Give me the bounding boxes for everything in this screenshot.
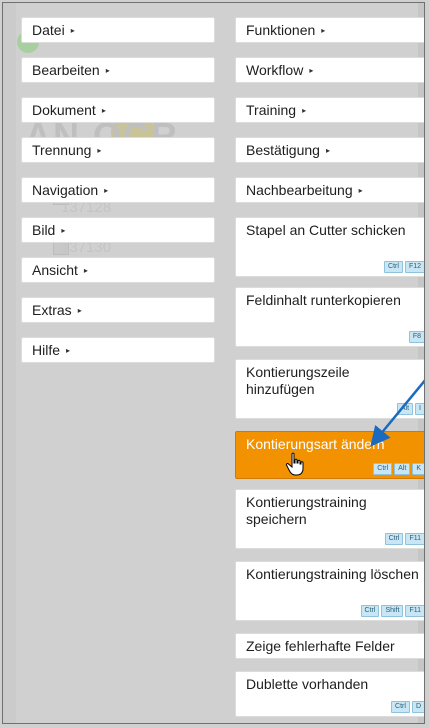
menu-item-workflow[interactable]: Workflow ▸ (235, 57, 424, 83)
menu-item-label: Kontierungstraining speichern (246, 494, 367, 527)
menu-item-kontierungsart-aendern[interactable]: Kontierungsart ändern Ctrl Alt K (235, 431, 424, 479)
keyboard-shortcut: Alt I (396, 403, 424, 415)
menu-item-label: Datei (32, 22, 65, 38)
menu-item-label: Bestätigung (246, 142, 320, 158)
triangle-right-icon: ▸ (321, 26, 326, 35)
menu-item-bearbeiten[interactable]: Bearbeiten ▸ (21, 57, 215, 83)
triangle-right-icon: ▸ (325, 146, 330, 155)
key-badge: Alt (396, 403, 414, 415)
triangle-right-icon: ▸ (101, 106, 106, 115)
menu-item-datei[interactable]: Datei ▸ (21, 17, 215, 43)
keyboard-shortcut: Ctrl Alt K (373, 463, 424, 475)
menu-item-label: Kontierungstraining löschen (246, 566, 419, 582)
triangle-right-icon: ▸ (66, 346, 71, 355)
menu-item-training[interactable]: Training ▸ (235, 97, 424, 123)
key-badge: Ctrl (373, 463, 393, 475)
menu-item-label: Bearbeiten (32, 62, 100, 78)
background-sidebar (3, 3, 16, 723)
menu-item-label: Training (246, 102, 297, 118)
keyboard-shortcut: Ctrl Shift F11 (360, 605, 424, 617)
key-badge: Ctrl (391, 701, 410, 713)
menu-item-bestaetigung[interactable]: Bestätigung ▸ (235, 137, 424, 163)
menu-item-label: Kontierungsart ändern (246, 436, 385, 452)
key-badge: F11 (405, 533, 424, 545)
menu-item-nachbearbeitung[interactable]: Nachbearbeitung ▸ (235, 177, 424, 203)
triangle-right-icon: ▸ (302, 106, 307, 115)
menu-item-funktionen[interactable]: Funktionen ▸ (235, 17, 424, 43)
key-badge: Shift (381, 605, 404, 617)
menu-item-label: Hilfe (32, 342, 61, 358)
menu-item-bild[interactable]: Bild ▸ (21, 217, 215, 243)
hand-pointer-icon (285, 452, 304, 476)
menu-item-label: Zeige fehlerhafte Felder (246, 638, 395, 654)
key-badge: D (411, 701, 424, 713)
keyboard-shortcut: Ctrl F11 (384, 533, 424, 545)
key-badge: Ctrl (384, 533, 404, 545)
key-badge: Alt (394, 463, 411, 475)
keyboard-shortcut: Ctrl D (391, 701, 424, 713)
triangle-right-icon: ▸ (309, 66, 314, 75)
menu-item-label: Dublette vorhanden (246, 676, 369, 692)
key-badge: Ctrl (384, 261, 403, 273)
menu-item-label: Stapel an Cutter schicken (246, 222, 406, 238)
menu-item-stapel-an-cutter[interactable]: Stapel an Cutter schicken Ctrl F12 (235, 217, 424, 277)
triangle-right-icon: ▸ (105, 66, 110, 75)
menu-item-kontierungstraining-loeschen[interactable]: Kontierungstraining löschen Ctrl Shift F… (235, 561, 424, 621)
menu-item-label: Workflow (246, 62, 304, 78)
triangle-right-icon: ▸ (97, 146, 102, 155)
menu-item-label: Trennung (32, 142, 92, 158)
menu-item-trennung[interactable]: Trennung ▸ (21, 137, 215, 163)
menu-item-zeige-fehlerhafte-felder[interactable]: Zeige fehlerhafte Felder (235, 633, 424, 659)
triangle-right-icon: ▸ (70, 26, 75, 35)
menu-item-label: Feldinhalt runterkopieren (246, 292, 401, 308)
menu-item-kontierungstraining-speichern[interactable]: Kontierungstraining speichern Ctrl F11 (235, 489, 424, 549)
menu-item-label: Dokument (32, 102, 96, 118)
menu-item-label: Kontierungszeile hinzufügen (246, 364, 350, 397)
menu-item-label: Extras (32, 302, 72, 318)
menu-item-dokument[interactable]: Dokument ▸ (21, 97, 215, 123)
menu-item-ansicht[interactable]: Ansicht ▸ (21, 257, 215, 283)
triangle-right-icon: ▸ (83, 266, 88, 275)
menu-item-hilfe[interactable]: Hilfe ▸ (21, 337, 215, 363)
key-badge: K (412, 463, 424, 475)
key-badge: F11 (405, 605, 424, 617)
key-badge: Ctrl (360, 605, 380, 617)
menu-item-label: Funktionen (246, 22, 316, 38)
triangle-right-icon: ▸ (61, 226, 66, 235)
menu-item-feldinhalt-runterkopieren[interactable]: Feldinhalt runterkopieren F8 (235, 287, 424, 347)
menu-item-label: Ansicht (32, 262, 78, 278)
triangle-right-icon: ▸ (77, 306, 82, 315)
keyboard-shortcut: F8 (408, 331, 424, 343)
menu-item-label: Bild (32, 222, 56, 238)
menu-item-dublette-vorhanden[interactable]: Dublette vorhanden Ctrl D (235, 671, 424, 717)
menu-item-label: Nachbearbeitung (246, 182, 353, 198)
keyboard-shortcut: Ctrl F12 (384, 261, 424, 273)
triangle-right-icon: ▸ (104, 186, 109, 195)
menu-item-extras[interactable]: Extras ▸ (21, 297, 215, 323)
menu-item-kontierungszeile-hinzufuegen[interactable]: Kontierungszeile hinzufügen Alt I (235, 359, 424, 419)
key-badge: I (415, 403, 424, 415)
app-window: AN OCR 137128 137130 Datei ▸ Bearbeiten ▸ … (2, 2, 425, 724)
key-badge: F12 (404, 261, 424, 273)
menu-item-navigation[interactable]: Navigation ▸ (21, 177, 215, 203)
triangle-right-icon: ▸ (358, 186, 363, 195)
menu-item-label: Navigation (32, 182, 99, 198)
key-badge: F8 (408, 331, 424, 343)
